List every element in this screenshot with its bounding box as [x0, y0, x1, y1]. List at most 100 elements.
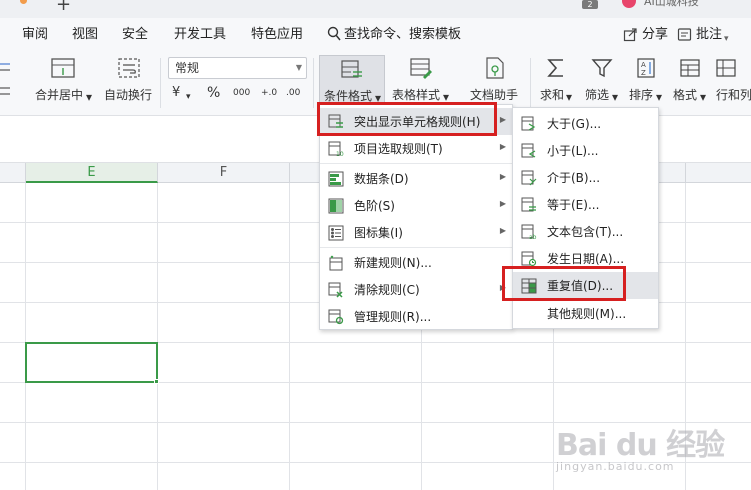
- merge-center-label: 合并居中: [35, 88, 84, 102]
- baidu-watermark-logo: Bai du 经验: [556, 428, 725, 463]
- menu-item-label: 项目选取规则(T): [354, 142, 443, 156]
- filter-button[interactable]: 筛选 ▾: [582, 50, 622, 110]
- number-format-select[interactable]: 常规 ▼: [168, 57, 307, 79]
- submenu-item-label: 介于(B)...: [547, 171, 601, 185]
- ribbon-divider: [313, 58, 314, 108]
- submenu-item-other-rules[interactable]: 其他规则(M)...: [513, 300, 658, 327]
- format-button[interactable]: 格式 ▾: [670, 50, 710, 110]
- icon-sets-icon: [328, 225, 344, 241]
- annotate-dropdown-chevron-icon[interactable]: ▾: [724, 31, 729, 47]
- ribbon-divider: [160, 58, 161, 108]
- submenu-item-greater-than[interactable]: 大于(G)...: [513, 110, 658, 137]
- svg-text:Z: Z: [641, 69, 646, 77]
- unsaved-dot-icon: [20, 0, 27, 4]
- wrap-text-button[interactable]: 自动换行: [100, 50, 158, 110]
- conditional-format-menu: 突出显示单元格规则(H) ▶ 10 项目选取规则(T) ▶ 数据条(D) ▶ 色…: [319, 104, 513, 330]
- menu-item-new-rule[interactable]: 新建规则(N)...: [320, 249, 512, 276]
- avatar[interactable]: [622, 0, 636, 8]
- conditional-format-button[interactable]: 条件格式 ▾: [319, 55, 385, 105]
- submenu-item-between[interactable]: 介于(B)...: [513, 164, 658, 191]
- tab-security[interactable]: 安全: [122, 27, 148, 43]
- duplicate-values-callout: [502, 266, 626, 301]
- date-occurring-icon: [521, 251, 537, 267]
- menu-item-clear-rules[interactable]: 清除规则(C) ▶: [320, 276, 512, 303]
- text-contains-icon: ab: [521, 224, 537, 240]
- active-cell[interactable]: [25, 342, 158, 383]
- menu-divider: [320, 163, 512, 164]
- submenu-arrow-icon: ▶: [499, 115, 506, 124]
- user-name[interactable]: AI山城科技: [644, 0, 699, 8]
- percent-button[interactable]: %: [207, 84, 220, 102]
- less-than-icon: [521, 143, 536, 158]
- menu-item-color-scale[interactable]: 色阶(S) ▶: [320, 192, 512, 219]
- sort-label: 排序: [629, 88, 654, 102]
- menu-item-label: 清除规则(C): [354, 283, 420, 297]
- annotate-button[interactable]: 批注: [696, 27, 722, 43]
- decrease-decimal-button[interactable]: .00: [286, 84, 300, 102]
- fill-handle[interactable]: [154, 379, 159, 384]
- submenu-arrow-icon: ▶: [499, 226, 506, 235]
- grid-line: [25, 183, 26, 490]
- format-cells-icon: [680, 59, 700, 77]
- currency-dropdown-chevron-icon[interactable]: ▾: [186, 88, 191, 106]
- format-label: 格式: [673, 88, 698, 102]
- share-button[interactable]: 分享: [642, 27, 668, 43]
- column-header-f[interactable]: F: [158, 163, 290, 183]
- submenu-arrow-icon: ▶: [499, 172, 506, 181]
- submenu-item-text-contains[interactable]: ab 文本包含(T)...: [513, 218, 658, 245]
- manage-rules-icon: [328, 309, 344, 325]
- menu-item-manage-rules[interactable]: 管理规则(R)...: [320, 303, 512, 330]
- menu-item-data-bars[interactable]: 数据条(D) ▶: [320, 165, 512, 192]
- sum-button[interactable]: 求和 ▾: [536, 50, 576, 110]
- ribbon-divider: [530, 58, 531, 108]
- tab-view[interactable]: 视图: [72, 27, 98, 43]
- format-chevron-icon[interactable]: ▾: [700, 89, 706, 105]
- data-bars-icon: [328, 171, 344, 187]
- submenu-item-label: 大于(G)...: [547, 117, 602, 131]
- svg-text:ab: ab: [529, 234, 537, 240]
- merge-center-button[interactable]: 合并居中 ▾: [30, 50, 96, 110]
- tab-features[interactable]: 特色应用: [251, 27, 303, 43]
- sum-label: 求和: [540, 88, 565, 102]
- rows-columns-button[interactable]: 行和列: [714, 50, 751, 110]
- greater-than-icon: [521, 116, 536, 131]
- document-helper-button[interactable]: 文档助手: [466, 50, 524, 110]
- wrap-text-icon: [118, 58, 140, 78]
- search-command-input[interactable]: 查找命令、搜索模板: [344, 27, 461, 43]
- sort-button[interactable]: A Z 排序 ▾: [626, 50, 666, 110]
- column-header-j[interactable]: [686, 163, 751, 183]
- filter-chevron-icon[interactable]: ▾: [612, 89, 618, 105]
- menu-item-label: 图标集(I): [354, 226, 403, 240]
- sum-chevron-icon[interactable]: ▾: [566, 89, 572, 105]
- svg-text:A: A: [641, 61, 646, 69]
- number-format-chevron-icon: ▼: [295, 63, 302, 72]
- submenu-item-label: 小于(L)...: [547, 144, 599, 158]
- menu-item-icon-sets[interactable]: 图标集(I) ▶: [320, 219, 512, 246]
- new-tab-plus-icon[interactable]: +: [56, 0, 71, 14]
- share-icon[interactable]: [623, 27, 638, 42]
- submenu-item-label: 发生日期(A)...: [547, 252, 625, 266]
- row-header-corner[interactable]: [0, 163, 26, 183]
- equal-to-icon: [521, 197, 536, 212]
- submenu-item-equal-to[interactable]: 等于(E)...: [513, 191, 658, 218]
- search-icon[interactable]: [327, 26, 341, 42]
- table-style-button[interactable]: 表格样式 ▾: [389, 50, 453, 110]
- highlight-rules-callout: [317, 102, 497, 136]
- menu-item-top-bottom-rules[interactable]: 10 项目选取规则(T) ▶: [320, 135, 512, 162]
- indent-icon[interactable]: [0, 60, 12, 96]
- submenu-item-less-than[interactable]: 小于(L)...: [513, 137, 658, 164]
- sort-chevron-icon[interactable]: ▾: [656, 89, 662, 105]
- rows-columns-label: 行和列: [716, 88, 751, 102]
- column-header-e[interactable]: E: [26, 163, 158, 183]
- tab-developer[interactable]: 开发工具: [174, 27, 226, 43]
- number-format-value: 常规: [175, 61, 200, 75]
- merge-cells-icon: [51, 58, 75, 78]
- annotate-icon[interactable]: [677, 27, 692, 42]
- grid-line: [157, 183, 158, 490]
- merge-dropdown-chevron-icon[interactable]: ▾: [86, 89, 92, 105]
- tab-review[interactable]: 审阅: [22, 27, 48, 43]
- thousands-separator-button[interactable]: 000: [233, 84, 250, 102]
- currency-icon[interactable]: ¥: [172, 84, 180, 102]
- increase-decimal-button[interactable]: +.0: [261, 84, 277, 102]
- submenu-item-label: 等于(E)...: [547, 198, 600, 212]
